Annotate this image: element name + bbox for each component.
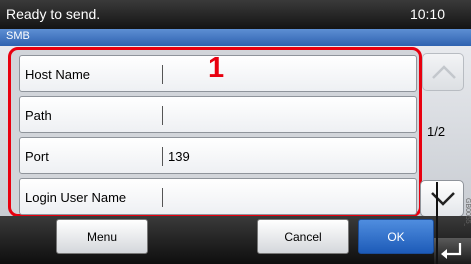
- menu-button[interactable]: Menu: [56, 219, 148, 254]
- field-divider: [162, 65, 163, 84]
- screen-title: SMB: [0, 29, 471, 46]
- field-divider: [162, 106, 163, 125]
- clock: 10:10: [409, 6, 445, 22]
- ok-button[interactable]: OK: [358, 219, 434, 254]
- enter-key[interactable]: [434, 238, 471, 264]
- field-label: Port: [25, 149, 49, 164]
- cancel-button[interactable]: Cancel: [257, 219, 349, 254]
- enter-arrow-icon: [441, 243, 462, 259]
- field-divider: [162, 188, 163, 207]
- status-bar: Ready to send. 10:10: [0, 0, 471, 29]
- scroll-up-button[interactable]: [422, 53, 464, 91]
- field-label: Login User Name: [25, 190, 127, 205]
- path-field[interactable]: Path: [19, 96, 417, 133]
- field-value: 139: [168, 149, 190, 164]
- field-label: Path: [25, 108, 52, 123]
- login-user-name-field[interactable]: Login User Name: [19, 178, 417, 215]
- chevron-up-icon: [432, 65, 456, 79]
- field-divider: [162, 147, 163, 166]
- chevron-down-icon: [431, 192, 455, 206]
- callout-number: 1: [208, 52, 225, 84]
- status-message: Ready to send.: [6, 6, 101, 22]
- watermark: GB0055_08: [464, 198, 471, 226]
- field-label: Host Name: [25, 67, 91, 82]
- page-indicator: 1/2: [427, 124, 446, 139]
- scroll-down-button[interactable]: [420, 180, 464, 217]
- pointer-line: [436, 182, 438, 264]
- port-field[interactable]: Port 139: [19, 137, 417, 174]
